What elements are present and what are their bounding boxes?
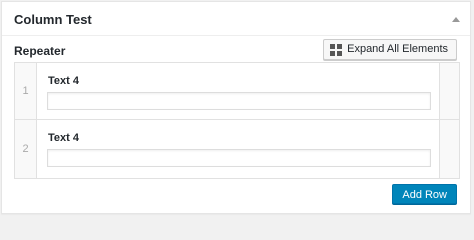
add-row-button[interactable]: Add Row	[392, 184, 457, 204]
text-4-input[interactable]	[47, 92, 431, 110]
row-drag-handle[interactable]: 2	[15, 120, 37, 178]
text-4-label: Text 4	[48, 75, 79, 87]
text-4-input[interactable]	[47, 149, 431, 167]
repeater-table: 1 Text 4 2 Text 4	[14, 62, 460, 179]
collapse-arrow-icon[interactable]	[452, 17, 460, 22]
metabox-title: Column Test	[14, 12, 92, 27]
expand-all-label: Expand All Elements	[347, 43, 448, 55]
repeater-row: 2 Text 4	[15, 120, 459, 178]
expand-all-elements-button[interactable]: Expand All Elements	[323, 39, 457, 60]
metabox-header[interactable]: Column Test	[2, 2, 470, 36]
text-4-label: Text 4	[48, 132, 79, 144]
metabox-column-test: Column Test Repeater Expand All Elements…	[1, 1, 471, 214]
repeater-row: 1 Text 4	[15, 63, 459, 120]
repeater-field-label: Repeater	[14, 44, 66, 58]
row-remove-column[interactable]	[439, 120, 459, 178]
row-drag-handle[interactable]: 1	[15, 63, 37, 119]
row-remove-column[interactable]	[439, 63, 459, 119]
row-index: 2	[22, 143, 29, 155]
row-index: 1	[22, 85, 29, 97]
expand-grid-icon	[330, 43, 343, 56]
